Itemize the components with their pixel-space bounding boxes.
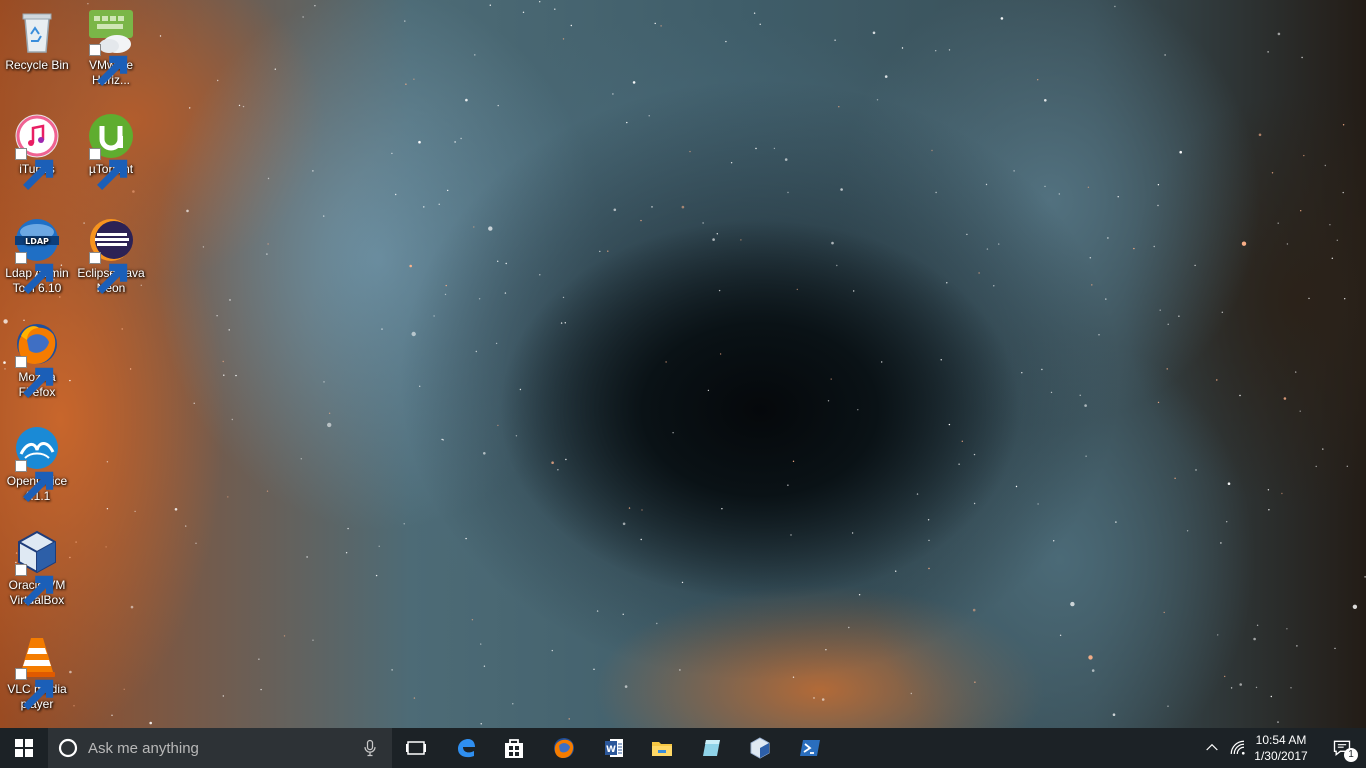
shortcut-arrow-icon (89, 44, 128, 86)
task-view-icon (406, 741, 426, 755)
utorrent-icon (87, 112, 135, 190)
taskbar-virtualbox[interactable] (736, 728, 784, 768)
desktop-icon-ldap-admin[interactable]: LDAP Ldap Admin Tool 6.10 (0, 216, 74, 296)
task-view-button[interactable] (392, 728, 440, 768)
desktop-icon-vlc[interactable]: VLC media player (0, 632, 74, 712)
recycle-bin-icon (13, 8, 61, 56)
wallpaper-stars (3, 1, 1366, 725)
powershell-icon (800, 740, 820, 756)
desktop-icon-eclipse[interactable]: Eclipse Java Neon (74, 216, 148, 296)
openoffice-icon (13, 424, 61, 502)
clock-date: 1/30/2017 (1254, 749, 1308, 763)
shortcut-arrow-icon (15, 252, 54, 294)
firefox-icon (13, 320, 61, 398)
virtualbox-icon (750, 737, 770, 759)
microphone-icon[interactable] (360, 738, 380, 758)
taskbar-powershell[interactable] (786, 728, 834, 768)
shortcut-arrow-icon (15, 356, 54, 398)
taskbar: Ask me anything W 10:54 AM 1/30/2017 1 (0, 728, 1366, 768)
taskbar-firefox[interactable] (540, 728, 588, 768)
app-icon (703, 740, 720, 756)
clock-time: 10:54 AM (1255, 733, 1307, 747)
desktop-icon-virtualbox[interactable]: Oracle VM VirtualBox (0, 528, 74, 608)
show-hidden-icons-button[interactable] (1200, 728, 1224, 768)
vmware-horizon-icon (87, 8, 135, 86)
virtualbox-icon (13, 528, 61, 606)
shortcut-arrow-icon (89, 252, 128, 294)
desktop-wallpaper (0, 0, 1366, 728)
desktop-icon-utorrent[interactable]: µTorrent (74, 112, 148, 190)
shortcut-arrow-icon (15, 460, 54, 502)
shortcut-arrow-icon (15, 668, 54, 710)
desktop-icon-firefox[interactable]: Mozilla Firefox (0, 320, 74, 400)
shortcut-arrow-icon (15, 148, 54, 190)
taskbar-app[interactable] (688, 728, 736, 768)
chevron-up-icon (1206, 743, 1218, 751)
taskbar-edge[interactable] (442, 728, 490, 768)
itunes-icon (13, 112, 61, 190)
search-box[interactable]: Ask me anything (48, 728, 392, 768)
shortcut-arrow-icon (15, 564, 54, 606)
action-center-button[interactable]: 1 (1318, 728, 1366, 768)
search-placeholder: Ask me anything (88, 739, 199, 757)
windows-logo-icon (15, 739, 33, 757)
taskbar-file-explorer[interactable] (638, 728, 686, 768)
file-explorer-icon (652, 742, 672, 756)
clock[interactable]: 10:54 AM 1/30/2017 (1246, 732, 1316, 764)
start-button[interactable] (0, 728, 48, 768)
taskbar-store[interactable] (490, 728, 538, 768)
desktop-icon-recycle-bin[interactable]: Recycle Bin (0, 8, 74, 73)
wifi-icon (1230, 740, 1245, 755)
svg-text:W: W (606, 745, 616, 755)
desktop-icon-vmware-horizon[interactable]: VMware Horiz... (74, 8, 148, 88)
desktop-icon-itunes[interactable]: iTunes (0, 112, 74, 190)
svg-text:LDAP: LDAP (25, 237, 49, 246)
vlc-icon (13, 632, 61, 710)
icon-label: Recycle Bin (5, 58, 69, 72)
desktop-icon-openoffice[interactable]: OpenOffice 4.1.1 (0, 424, 74, 504)
shortcut-arrow-icon (89, 148, 128, 190)
taskbar-word[interactable]: W (590, 728, 638, 768)
edge-icon (458, 739, 475, 758)
cortana-icon (58, 738, 78, 758)
eclipse-icon (87, 216, 135, 294)
firefox-icon (554, 738, 574, 758)
ldap-admin-icon: LDAP (13, 216, 61, 294)
notification-count-badge: 1 (1344, 748, 1358, 762)
store-icon (505, 739, 523, 758)
word-icon: W (605, 739, 623, 757)
